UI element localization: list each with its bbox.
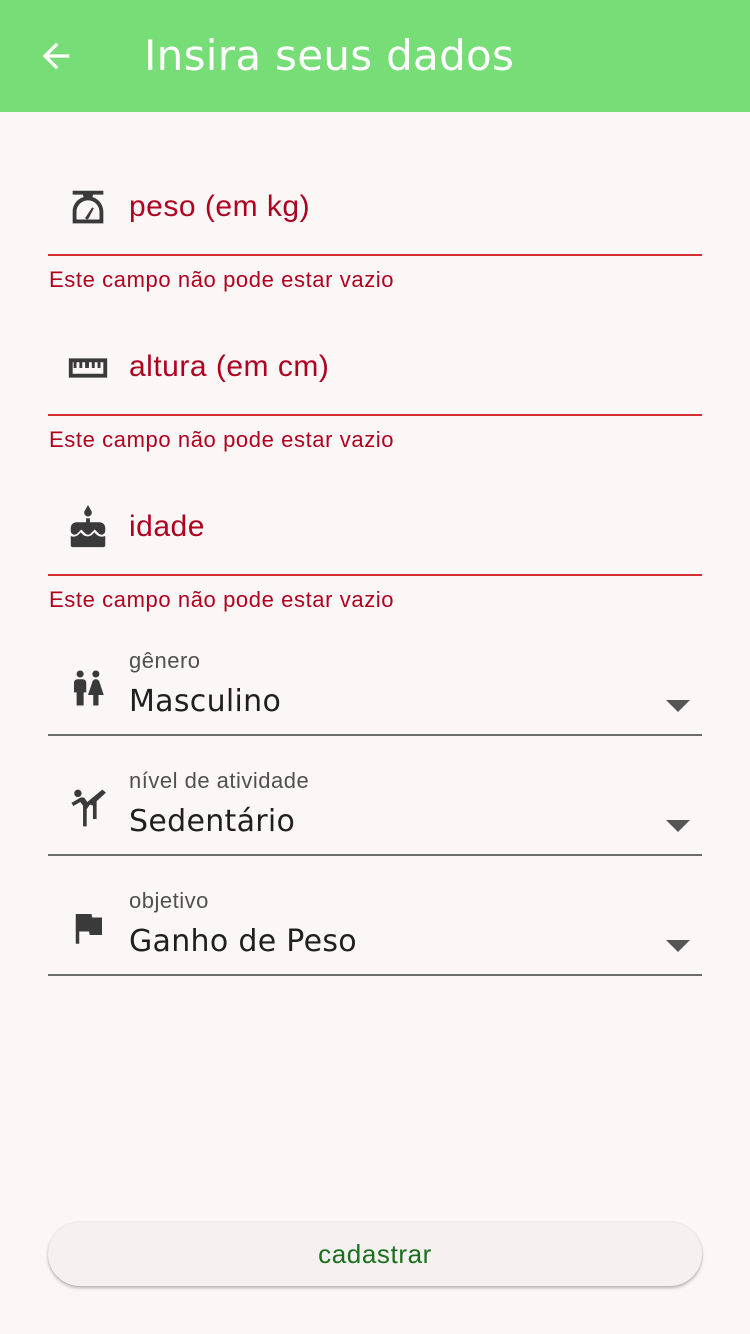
sports-martial-arts-icon [64,784,112,832]
age-error-text: Este campo não pode estar vazio [49,587,395,612]
weight-error-text: Este campo não pode estar vazio [49,267,395,292]
submit-button[interactable]: cadastrar [48,1222,702,1286]
age-underline [48,574,702,576]
activity-dropdown[interactable]: nível de atividade Sedentário [48,768,702,858]
age-input[interactable]: idade [129,510,205,544]
weight-input[interactable]: peso (em kg) [129,190,310,224]
age-field[interactable]: idade Este campo não pode estar vazio [48,496,702,616]
activity-label: nível de atividade [129,768,310,793]
activity-value[interactable]: Sedentário [129,804,295,839]
back-button[interactable] [24,24,88,88]
goal-value[interactable]: Ganho de Peso [129,924,357,959]
gender-dropdown[interactable]: gênero Masculino [48,648,702,738]
goal-label: objetivo [129,888,209,913]
page-title: Insira seus dados [144,31,515,80]
weight-field[interactable]: peso (em kg) Este campo não pode estar v… [48,176,702,296]
dropdown-arrow-icon[interactable] [666,700,690,714]
cake-icon [64,504,112,552]
gender-label: gênero [129,648,201,673]
dropdown-arrow-icon[interactable] [666,820,690,834]
height-field[interactable]: altura (em cm) Este campo não pode estar… [48,336,702,456]
activity-underline [48,854,702,856]
weight-underline [48,254,702,256]
app-bar: Insira seus dados [0,0,750,112]
height-error-text: Este campo não pode estar vazio [49,427,395,452]
gender-underline [48,734,702,736]
flag-icon [64,904,112,952]
height-input[interactable]: altura (em cm) [129,350,329,384]
height-underline [48,414,702,416]
wc-icon [64,664,112,712]
dropdown-arrow-icon[interactable] [666,940,690,954]
goal-dropdown[interactable]: objetivo Ganho de Peso [48,888,702,978]
goal-underline [48,974,702,976]
ruler-icon [64,344,112,392]
arrow-left-icon [42,42,70,70]
submit-button-label: cadastrar [318,1238,432,1269]
scale-icon [64,184,112,232]
gender-value[interactable]: Masculino [129,684,281,719]
